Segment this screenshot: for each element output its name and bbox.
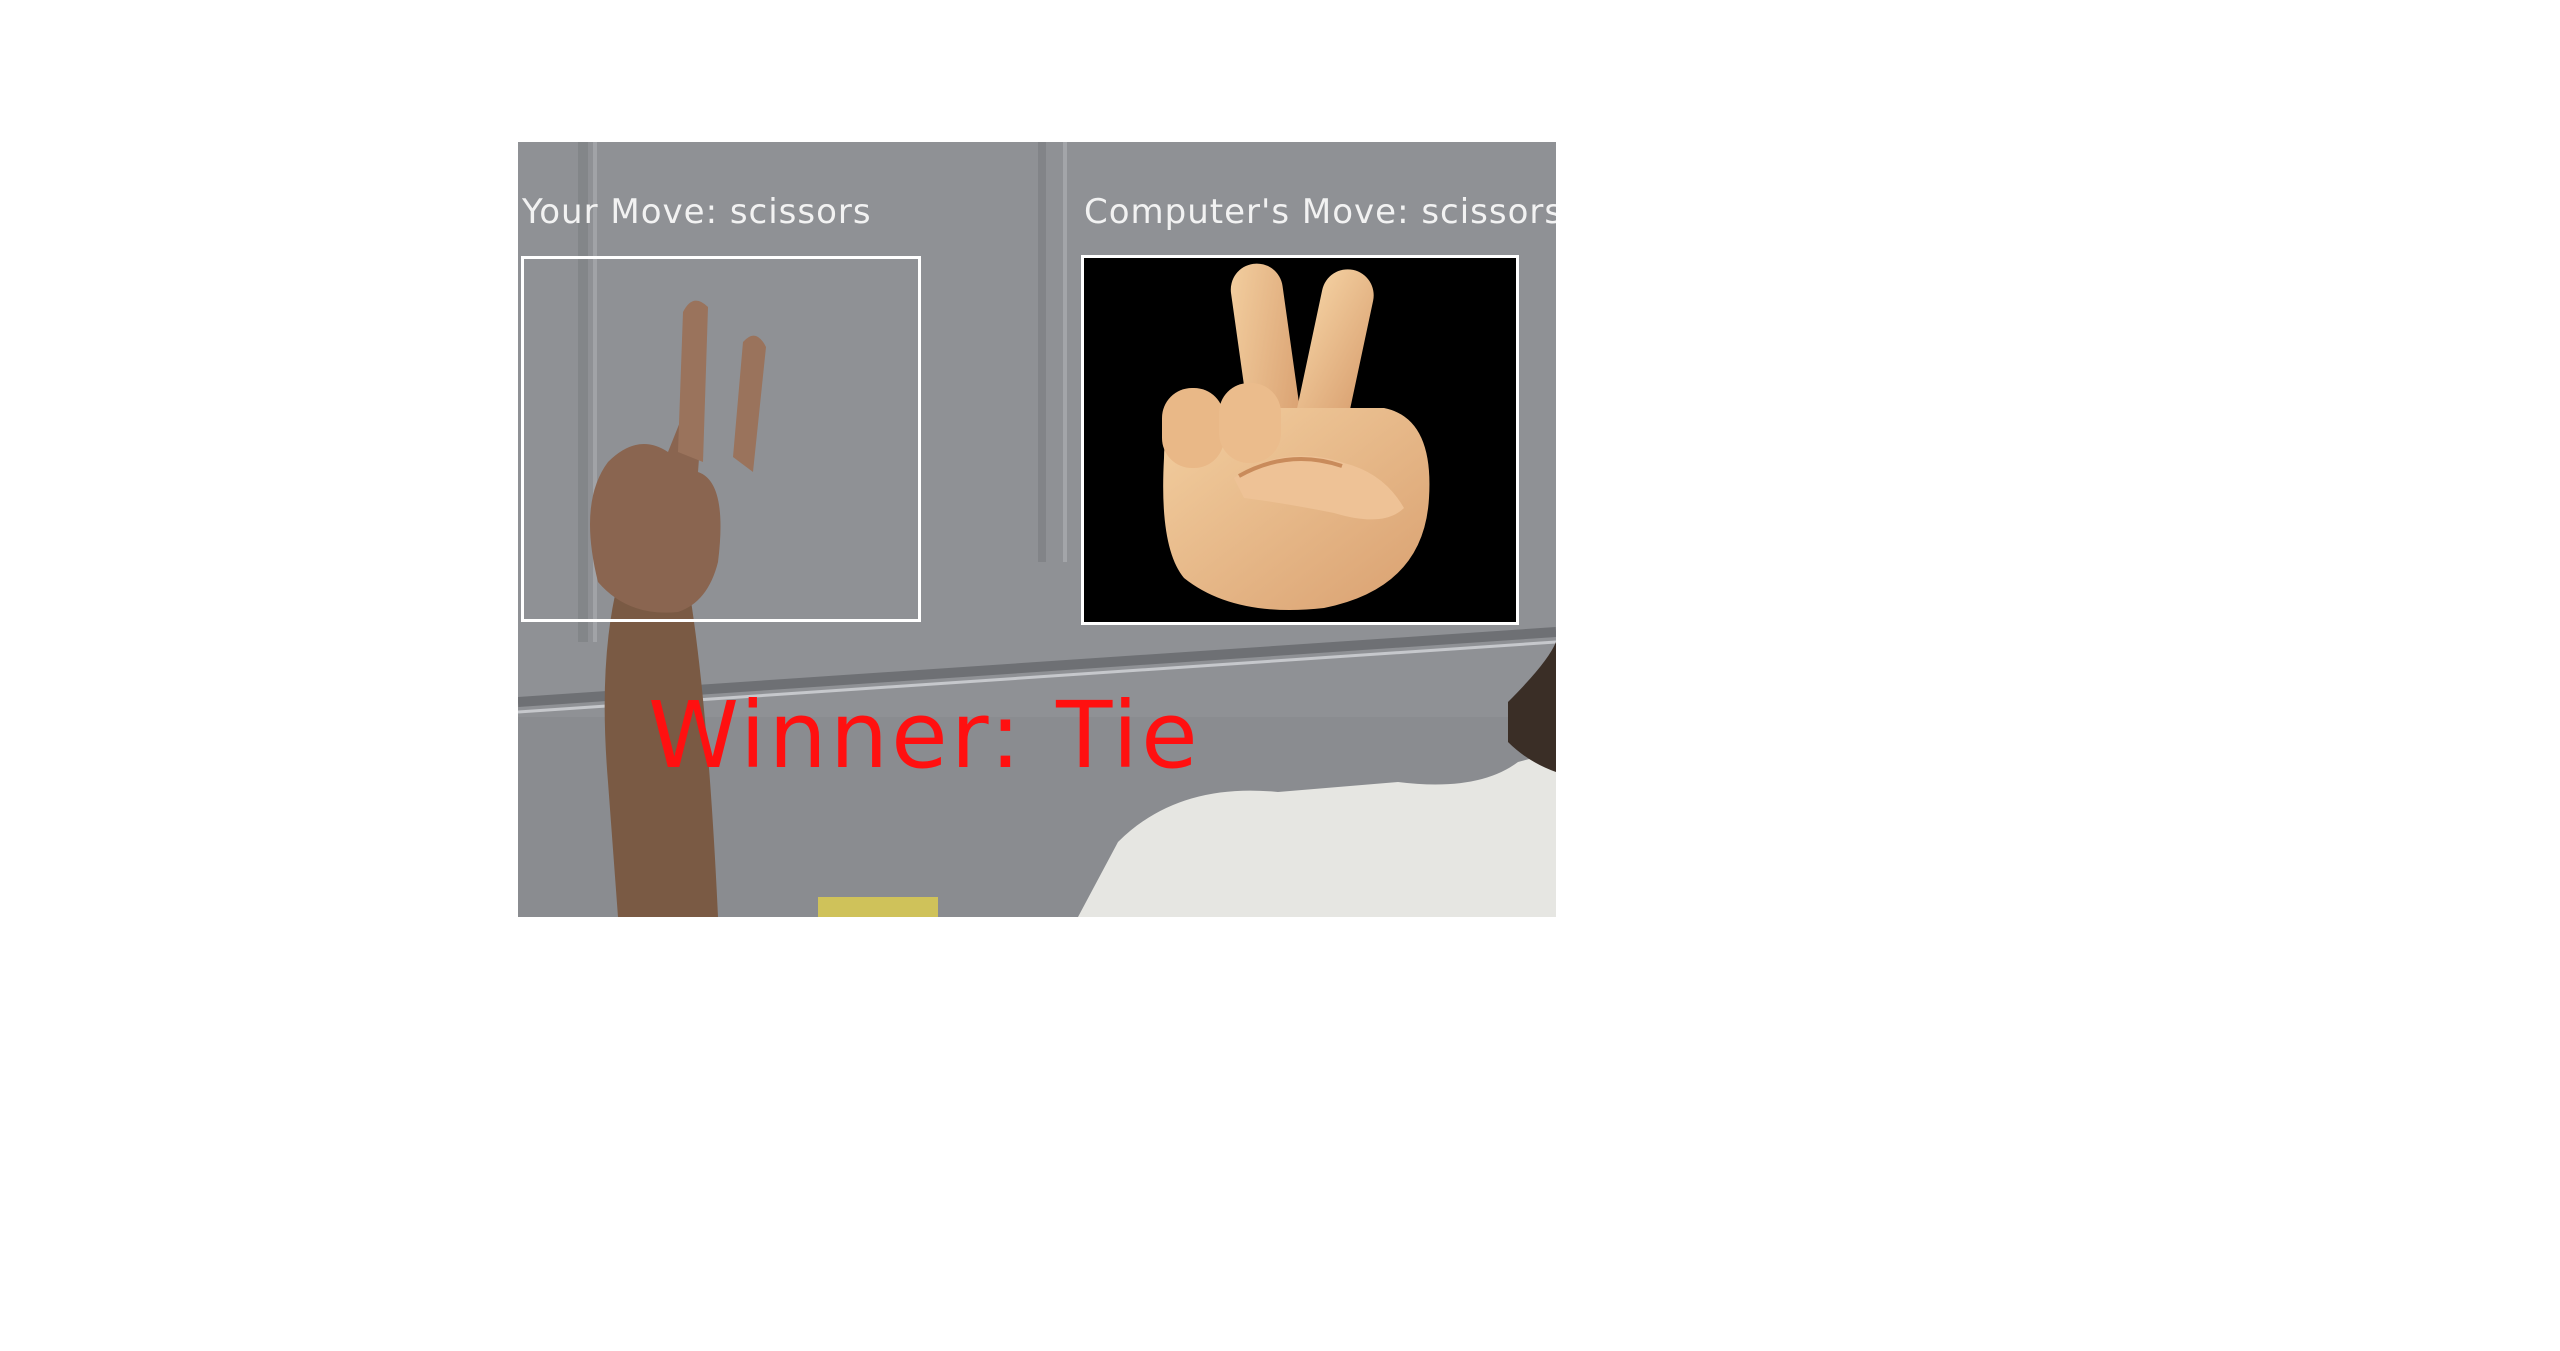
user-move-label: Your Move: scissors xyxy=(522,192,872,232)
victory-hand-icon xyxy=(1162,263,1430,610)
user-hand-region-box xyxy=(521,256,921,622)
webcam-feed: Your Move: scissors Computer's Move: sci… xyxy=(518,142,1556,917)
page: Your Move: scissors Computer's Move: sci… xyxy=(0,0,2560,1351)
computer-move-panel xyxy=(1081,255,1519,625)
winner-label: Winner: Tie xyxy=(648,682,1201,789)
computer-move-label: Computer's Move: scissors xyxy=(1084,192,1556,232)
